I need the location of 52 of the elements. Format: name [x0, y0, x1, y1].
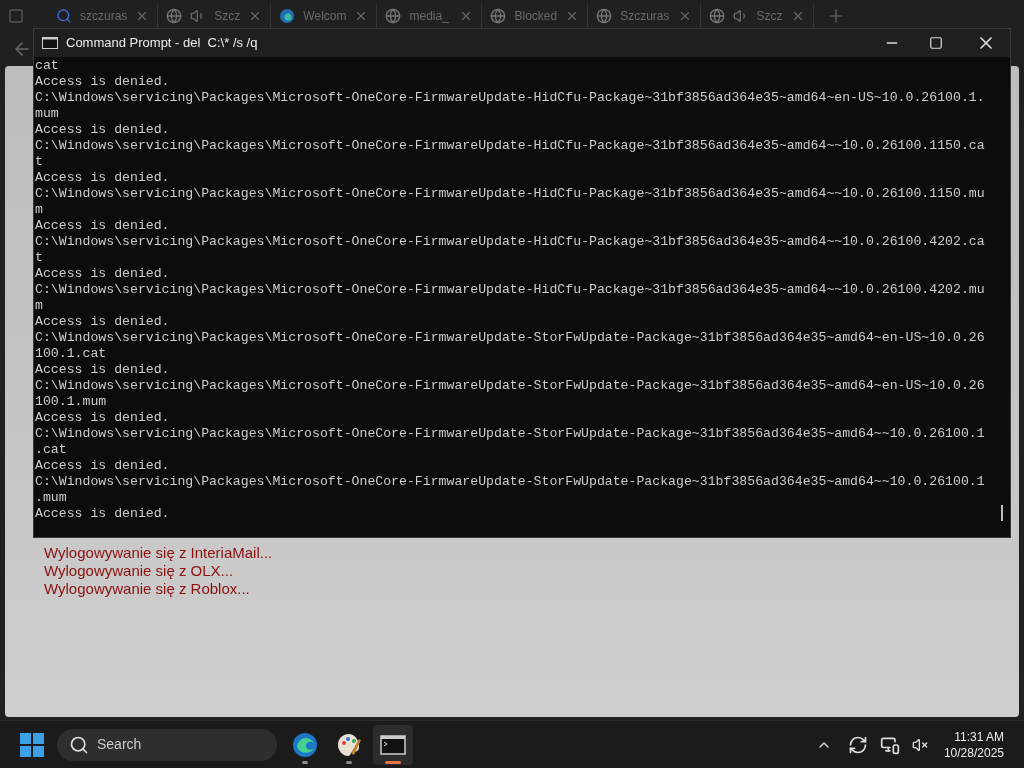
console-line: 100.1.cat [35, 346, 107, 362]
swirl-icon [279, 8, 296, 24]
start-icon[interactable] [20, 732, 44, 757]
console-line: t [35, 250, 43, 266]
search-icon [69, 734, 89, 755]
globe-icon [708, 8, 725, 24]
status-text: Wylogowywanie się z InteriaMail... [44, 544, 274, 562]
console-line: C:\Windows\servicing\Packages\Microsoft-OneCore-FirmwareUpdate-HidCfu-Package~31bf3856ad364e35~amd64~~10.0.26100.4202.ca [35, 234, 985, 250]
console-line: Access is denied. [35, 410, 170, 426]
console-line: C:\Windows\servicing\Packages\Microsoft-OneCore-FirmwareUpdate-HidCfu-Package~31bf3856ad364e35~amd64~~10.0.26100.1150.ca [35, 138, 985, 154]
status-text: Wylogowywanie się z Roblox... [44, 580, 251, 598]
console-line: Access is denied. [35, 266, 170, 282]
console-line: t [35, 154, 43, 170]
console-line: cat [35, 58, 59, 74]
clock[interactable]: 11:31 AM 10/28/2025 [943, 728, 1004, 761]
search-icon [56, 8, 72, 24]
globe-icon [166, 8, 183, 24]
globe-icon [490, 8, 507, 24]
swirl-icon [291, 730, 319, 759]
search-placeholder: Search [97, 735, 142, 754]
console-line: C:\Windows\servicing\Packages\Microsoft-OneCore-FirmwareUpdate-StorFwUpdate-Package~31bf3856ad364e35~amd64~en-US~10.0.26 [35, 330, 985, 346]
console-line: m [35, 202, 43, 218]
console-icon [42, 37, 58, 49]
console-line: m [35, 298, 43, 314]
console-line: Access is denied. [35, 314, 170, 330]
console-line: Access is denied. [35, 218, 170, 234]
search-field[interactable]: Search [57, 728, 277, 761]
console-line: C:\Windows\servicing\Packages\Microsoft-OneCore-FirmwareUpdate-HidCfu-Package~31bf3856ad364e35~amd64~~10.0.26100.1150.mu [35, 186, 985, 202]
console-line: Access is denied. [35, 170, 170, 186]
globe-icon [385, 8, 402, 24]
globe-icon [596, 8, 613, 24]
console-line: Access is denied. [35, 362, 170, 378]
console-line: Access is denied. [35, 458, 170, 474]
console-line: 100.1.mum [35, 394, 107, 410]
console-line: Access is denied. [35, 74, 170, 90]
console-line: C:\Windows\servicing\Packages\Microsoft-OneCore-FirmwareUpdate-StorFwUpdate-Package~31bf3856ad364e35~amd64~~10.0.26100.1 [35, 426, 985, 442]
sync-icon[interactable] [847, 734, 868, 755]
mute-icon[interactable] [911, 736, 928, 753]
console-line: .mum [35, 490, 67, 506]
window-title: Command Prompt - del C:\* /s /q [66, 34, 259, 53]
scrollbar-thumb[interactable] [1001, 505, 1003, 521]
console-line: Access is denied. [35, 122, 170, 138]
console-line: C:\Windows\servicing\Packages\Microsoft-OneCore-FirmwareUpdate-StorFwUpdate-Package~31bf3856ad364e35~amd64~en-US~10.0.26 [35, 378, 985, 394]
maximize-icon[interactable] [929, 36, 943, 50]
console-line: C:\Windows\servicing\Packages\Microsoft-OneCore-FirmwareUpdate-HidCfu-Package~31bf3856ad364e35~amd64~~10.0.26100.4202.mu [35, 282, 985, 298]
console-line: C:\Windows\servicing\Packages\Microsoft-OneCore-FirmwareUpdate-HidCfu-Package~31bf3856ad364e35~amd64~en-US~10.0.26100.1. [35, 90, 985, 106]
console-line: Access is denied. [35, 506, 170, 522]
console-line: .cat [35, 442, 67, 458]
taskbar-app[interactable] [373, 724, 413, 765]
status-text: Wylogowywanie się z OLX... [44, 562, 235, 580]
console-line: C:\Windows\servicing\Packages\Microsoft-OneCore-FirmwareUpdate-StorFwUpdate-Package~31bf3856ad364e35~amd64~~10.0.26100.1 [35, 474, 985, 490]
console-line: mum [35, 106, 59, 122]
